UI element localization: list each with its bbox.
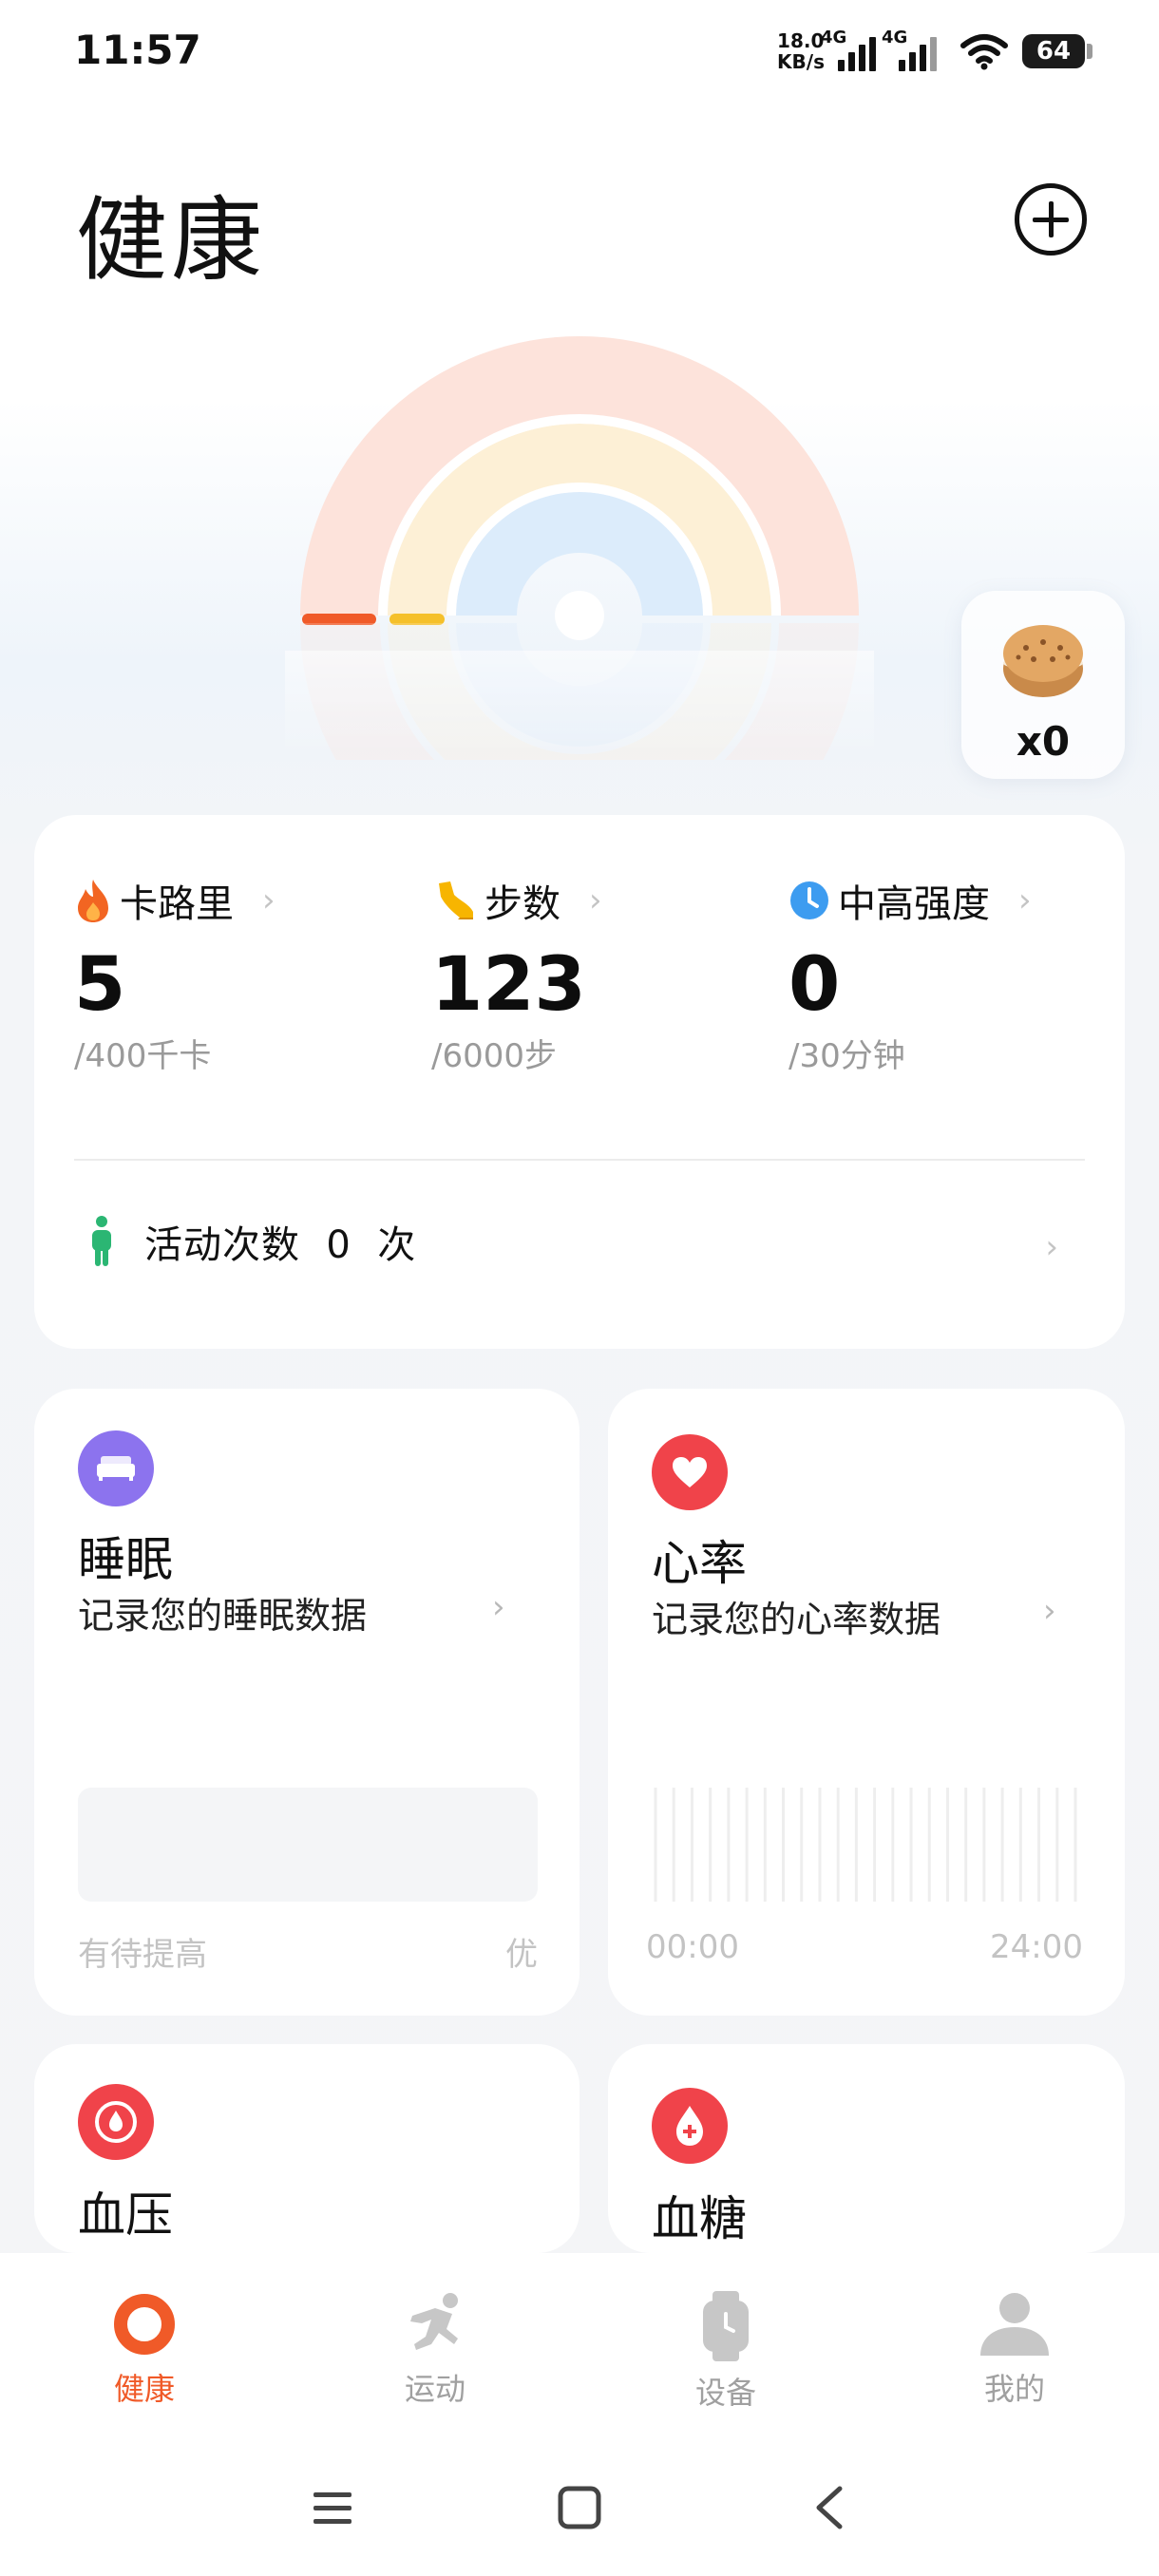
activity-summary-card[interactable]: 卡路里 › 5 /400千卡 步数 › 123 /6000步 中高强度 › 0 …: [34, 815, 1125, 1349]
status-icons: 18.0 KB/s 4G 4G 64: [777, 27, 1092, 76]
nav-item-health[interactable]: 健康: [68, 2291, 220, 2409]
activity-count-row[interactable]: 活动次数 0 次: [87, 1214, 416, 1269]
signal-icon-sim1: 4G: [821, 28, 885, 71]
nav-item-device[interactable]: 设备: [650, 2291, 802, 2413]
person-icon: [92, 1216, 111, 1266]
intensity-label: 中高强度: [838, 882, 990, 926]
shoe-icon: [439, 881, 473, 919]
heart-rate-placeholder-chart: [654, 1788, 1077, 1902]
page-title: 健康: [76, 187, 266, 294]
chevron-right-icon: ›: [262, 881, 276, 919]
sleep-scale-low: 有待提高: [78, 1936, 207, 1974]
sleep-title: 睡眠: [78, 1532, 173, 1587]
cookie-count: x0: [1016, 718, 1071, 765]
intensity-goal: /30分钟: [788, 1037, 905, 1075]
ring-reflection: [285, 651, 874, 755]
ring-center-dot: [555, 591, 604, 640]
status-time: 11:57: [74, 27, 201, 73]
calorie-metric[interactable]: 卡路里 › 5 /400千卡: [74, 872, 416, 1076]
blood-glucose-title: 血糖: [652, 2191, 747, 2246]
wifi-icon: [960, 34, 1008, 70]
heart-rate-card[interactable]: 心率 记录您的心率数据 › 00:00 24:00: [608, 1389, 1125, 2016]
sleep-quality-bar: [78, 1788, 538, 1902]
calorie-label: 卡路里: [120, 882, 234, 926]
clock-icon: [790, 881, 828, 919]
nav-label-health: 健康: [113, 2371, 175, 2407]
blood-pressure-icon: [78, 2084, 154, 2160]
heart-rate-time-start: 00:00: [646, 1928, 739, 1966]
chevron-right-icon: ›: [589, 881, 602, 919]
heart-icon: [652, 1434, 728, 1510]
home-icon[interactable]: [558, 2486, 601, 2529]
blood-glucose-card[interactable]: 血糖: [608, 2044, 1125, 2253]
heart-rate-subtitle: 记录您的心率数据: [652, 1599, 941, 1640]
chevron-right-icon[interactable]: ›: [492, 1588, 505, 1626]
sleep-scale-high: 优: [505, 1936, 538, 1974]
steps-label: 步数: [484, 882, 560, 926]
divider: [74, 1159, 1085, 1161]
network-speed: 18.0 KB/s: [777, 30, 825, 72]
battery-icon: 64: [1022, 34, 1092, 68]
bed-icon: [78, 1430, 154, 1506]
sim2-network-type: 4G: [882, 28, 908, 47]
menu-icon[interactable]: [314, 2492, 352, 2524]
status-bar: 11:57 18.0 KB/s 4G 4G 64: [0, 0, 1159, 104]
nav-item-sport[interactable]: 运动: [359, 2291, 511, 2409]
nav-label-sport: 运动: [404, 2371, 466, 2407]
network-speed-value: 18.0: [777, 29, 825, 52]
nav-label-device: 设备: [694, 2375, 756, 2411]
calorie-value: 5: [74, 942, 126, 1028]
nav-item-me[interactable]: 我的: [939, 2291, 1091, 2409]
flame-icon: [78, 880, 108, 922]
blood-glucose-icon: [652, 2088, 728, 2164]
activity-count-label: 活动次数 0 次: [144, 1223, 417, 1267]
blood-pressure-title: 血压: [78, 2188, 173, 2243]
chevron-right-icon[interactable]: ›: [1045, 1228, 1058, 1266]
chevron-right-icon[interactable]: ›: [1043, 1592, 1056, 1630]
chevron-right-icon: ›: [1018, 881, 1032, 919]
steps-goal: /6000步: [431, 1037, 557, 1075]
steps-metric[interactable]: 步数 › 123 /6000步: [431, 872, 773, 1076]
calorie-goal: /400千卡: [74, 1037, 212, 1075]
sleep-card[interactable]: 睡眠 记录您的睡眠数据 › 有待提高 优: [34, 1389, 580, 2016]
activity-rings[interactable]: [285, 323, 874, 760]
watch-icon: [703, 2291, 749, 2361]
system-navigation-bar: [314, 2486, 843, 2529]
intensity-metric[interactable]: 中高强度 › 0 /30分钟: [788, 872, 1130, 1076]
signal-icon-sim2: 4G: [882, 28, 946, 71]
steps-value: 123: [431, 942, 586, 1028]
back-icon[interactable]: [816, 2486, 843, 2529]
person-profile-icon: [980, 2293, 1049, 2356]
heart-rate-title: 心率: [652, 1536, 747, 1591]
sim1-network-type: 4G: [821, 28, 847, 47]
sleep-subtitle: 记录您的睡眠数据: [78, 1595, 368, 1637]
cookie-icon: [1003, 625, 1083, 697]
nav-label-me: 我的: [983, 2371, 1045, 2407]
health-ring-icon: [114, 2294, 175, 2355]
intensity-value: 0: [788, 942, 841, 1028]
network-speed-unit: KB/s: [777, 50, 825, 73]
cookie-badge[interactable]: x0: [961, 591, 1125, 779]
running-icon: [410, 2293, 458, 2350]
add-button[interactable]: [1015, 183, 1087, 256]
blood-pressure-card[interactable]: 血压: [34, 2044, 580, 2253]
heart-rate-time-end: 24:00: [990, 1928, 1083, 1966]
